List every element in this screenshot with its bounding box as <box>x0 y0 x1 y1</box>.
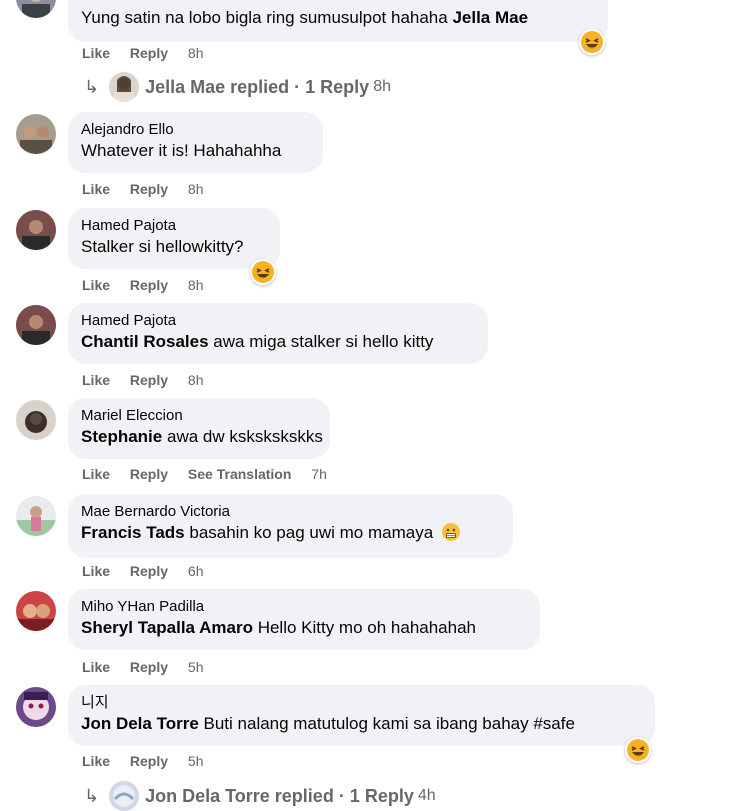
comment-bubble: Miho YHan Padilla Sheryl Tapalla Amaro H… <box>68 589 540 650</box>
replies-summary[interactable]: Jella Mae replied · 1 Reply <box>145 76 369 98</box>
reply-button[interactable]: Reply <box>130 372 168 388</box>
reply-button[interactable]: Reply <box>130 45 168 61</box>
mention-tag[interactable]: Sheryl Tapalla Amaro <box>81 618 253 637</box>
laugh-emoji-icon[interactable] <box>579 29 605 55</box>
avatar[interactable] <box>16 305 56 345</box>
timestamp[interactable]: 5h <box>188 659 204 675</box>
comment-actions: Like Reply 8h <box>82 276 204 294</box>
view-replies-link[interactable]: ↳ Jella Mae replied · 1 Reply 8h <box>84 72 391 102</box>
comment-actions: Like Reply 6h <box>82 562 204 580</box>
avatar <box>109 781 140 811</box>
reply-button[interactable]: Reply <box>130 466 168 482</box>
comment-bubble: Hamed Pajota Chantil Rosales awa miga st… <box>68 303 488 364</box>
replies-summary[interactable]: Jon Dela Torre replied · 1 Reply <box>145 785 414 807</box>
timestamp[interactable]: 8h <box>188 45 204 61</box>
reply-arrow-icon: ↳ <box>84 786 100 806</box>
comment-text: awa miga stalker si hello kitty <box>213 332 434 351</box>
like-button[interactable]: Like <box>82 753 110 769</box>
reply-button[interactable]: Reply <box>130 563 168 579</box>
like-button[interactable]: Like <box>82 181 110 197</box>
comment-text: Buti nalang matutulog kami sa ibang baha… <box>203 714 575 733</box>
comment-bubble: Yung satin na lobo bigla ring sumusulpot… <box>68 0 608 42</box>
comment-actions: Like Reply 5h <box>82 752 204 770</box>
laugh-emoji-icon[interactable] <box>250 259 276 285</box>
mention-tag[interactable]: Stephanie <box>81 427 162 446</box>
reply-button[interactable]: Reply <box>130 277 168 293</box>
comment-author[interactable]: 니지 <box>81 693 642 712</box>
comment-bubble: Hamed Pajota Stalker si hellowkitty? <box>68 208 280 269</box>
comment-bubble: 니지 Jon Dela Torre Buti nalang matutulog … <box>68 685 655 746</box>
comment-bubble: Mae Bernardo Victoria Francis Tads basah… <box>68 494 513 558</box>
comment-actions: Like Reply 8h <box>82 180 204 198</box>
timestamp: 4h <box>417 787 436 804</box>
reply-button[interactable]: Reply <box>130 181 168 197</box>
like-button[interactable]: Like <box>82 372 110 388</box>
comment-text: awa dw kskskskskks <box>166 427 323 446</box>
like-button[interactable]: Like <box>82 659 110 675</box>
avatar <box>109 72 140 102</box>
mention-tag[interactable]: Francis Tads <box>81 523 185 542</box>
like-button[interactable]: Like <box>82 563 110 579</box>
comment-actions: Like Reply See Translation 7h <box>82 465 327 483</box>
comment-text: basahin ko pag uwi mo mamaya <box>189 523 434 542</box>
like-button[interactable]: Like <box>82 45 110 61</box>
mention-tag[interactable]: Chantil Rosales <box>81 332 209 351</box>
comment-actions: Like Reply 8h <box>82 44 204 62</box>
avatar[interactable] <box>16 400 56 440</box>
reply-button[interactable]: Reply <box>130 659 168 675</box>
comment-text: Hello Kitty mo oh hahahahah <box>257 618 476 637</box>
timestamp[interactable]: 8h <box>188 372 204 388</box>
timestamp[interactable]: 8h <box>188 181 204 197</box>
timestamp: 8h <box>373 78 391 95</box>
timestamp[interactable]: 6h <box>188 563 204 579</box>
reply-button[interactable]: Reply <box>130 753 168 769</box>
mention-tag[interactable]: Jella Mae <box>452 8 528 27</box>
comment-author[interactable]: Alejandro Ello <box>81 120 310 139</box>
comment-bubble: Alejandro Ello Whatever it is! Hahahahha <box>68 112 323 173</box>
reply-arrow-icon: ↳ <box>84 77 100 97</box>
grimace-emoji-icon <box>441 523 460 548</box>
avatar[interactable] <box>16 0 56 18</box>
mention-tag[interactable]: Jon Dela Torre <box>81 714 199 733</box>
comment-author[interactable]: Hamed Pajota <box>81 216 267 235</box>
timestamp[interactable]: 8h <box>188 277 204 293</box>
avatar[interactable] <box>16 496 56 536</box>
avatar[interactable] <box>16 114 56 154</box>
avatar[interactable] <box>16 591 56 631</box>
view-replies-link[interactable]: ↳ Jon Dela Torre replied · 1 Reply 4h <box>84 781 436 811</box>
avatar[interactable] <box>16 210 56 250</box>
timestamp[interactable]: 7h <box>311 466 327 482</box>
like-button[interactable]: Like <box>82 466 110 482</box>
see-translation-button[interactable]: See Translation <box>188 466 291 482</box>
comment-actions: Like Reply 5h <box>82 658 204 676</box>
comment-text: Whatever it is! Hahahahha <box>81 141 282 160</box>
comment-text: Yung satin na lobo bigla ring sumusulpot… <box>81 8 448 27</box>
comment-bubble: Mariel Eleccion Stephanie awa dw ksksksk… <box>68 398 330 459</box>
comment-author[interactable]: Mae Bernardo Victoria <box>81 502 500 521</box>
laugh-emoji-icon[interactable] <box>625 737 651 763</box>
comment-author[interactable]: Miho YHan Padilla <box>81 597 527 616</box>
timestamp[interactable]: 5h <box>188 753 204 769</box>
like-button[interactable]: Like <box>82 277 110 293</box>
comment-author[interactable]: Hamed Pajota <box>81 311 475 330</box>
comment-author[interactable]: Mariel Eleccion <box>81 406 317 425</box>
comment-text: Stalker si hellowkitty? <box>81 237 244 256</box>
comment-actions: Like Reply 8h <box>82 371 204 389</box>
avatar[interactable] <box>16 687 56 727</box>
